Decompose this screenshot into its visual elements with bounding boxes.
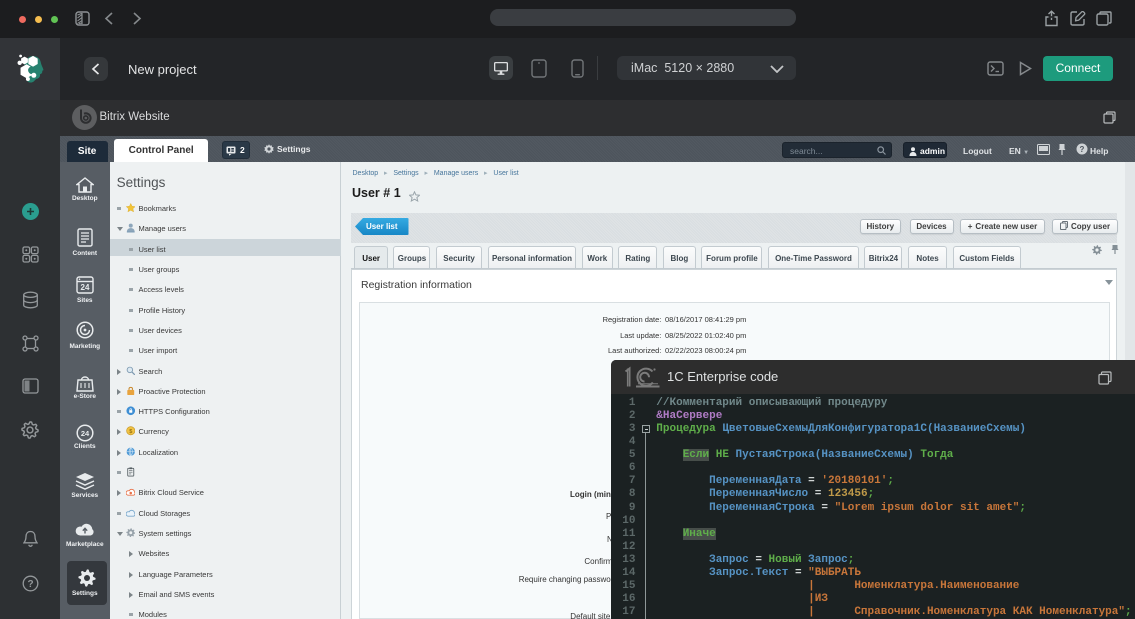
- svg-text:24: 24: [81, 283, 90, 292]
- svg-text:?: ?: [27, 579, 33, 590]
- svg-text:24: 24: [81, 429, 90, 438]
- svg-text:?: ?: [1080, 145, 1085, 154]
